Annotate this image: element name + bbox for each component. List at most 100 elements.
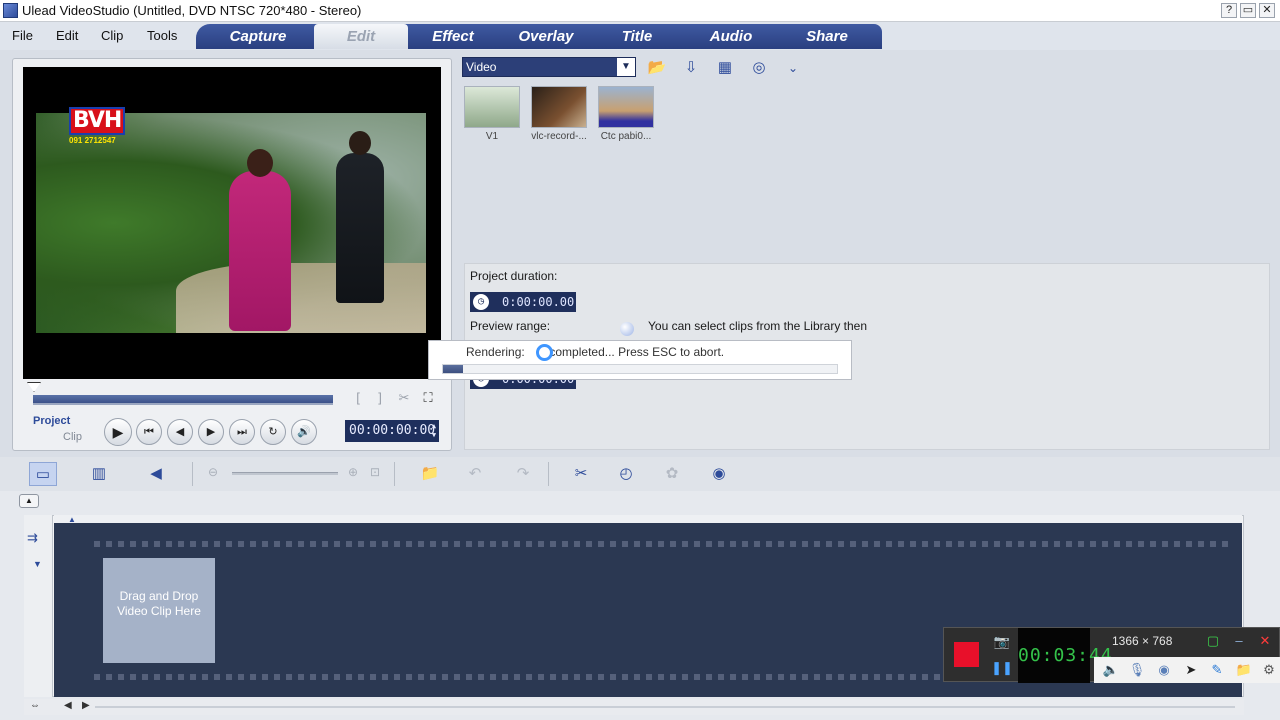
record-stop-button[interactable] [954,642,979,667]
surround-mixer-icon[interactable]: ◉ [705,462,733,486]
library-category-select[interactable]: Video ▼ [462,57,636,77]
app-icon [3,3,18,18]
zoom-slider[interactable] [232,472,338,475]
timecode-display[interactable]: 00:00:00:00 ▲ ▼ [345,420,439,442]
tab-overlay[interactable]: Overlay [498,24,594,49]
mark-out-button[interactable]: ] [371,389,389,407]
smart-proxy-icon[interactable]: ✂ [567,462,595,486]
options-icon[interactable]: ◎ [747,57,771,79]
folder-open-icon[interactable]: 📂 [645,57,669,79]
project-duration-value: 0:00:00.00 [502,295,575,309]
library-clip[interactable]: Ctc pabi0... [597,86,655,146]
library-clip[interactable]: V1 [463,86,521,146]
repeat-icon[interactable]: ↻ [260,419,286,445]
split-clip-icon[interactable]: ✂ [395,389,413,407]
menu-bar: File Edit Clip Tools Capture Edit Effect… [0,22,1280,50]
insert-media-icon[interactable]: 📁 [416,462,444,486]
tab-title[interactable]: Title [596,24,678,49]
tab-effect[interactable]: Effect [410,24,496,49]
rendering-progress-fill [443,365,463,373]
clip-caption: Ctc pabi0... [600,131,652,142]
enlarge-preview-icon[interactable]: ⛶ [419,389,437,407]
project-duration-field[interactable]: ◷ 0:00:00.00 [470,292,576,312]
timecode-spinner-icon[interactable]: ▲ ▼ [430,422,438,440]
next-frame-icon[interactable]: ▶ [198,419,224,445]
home-icon[interactable]: ⏮ [136,419,162,445]
fit-timeline-icon[interactable]: ⊡ [370,465,380,479]
microphone-icon[interactable]: 🎙 [1126,660,1148,680]
batch-convert-icon[interactable]: ✿ [658,462,686,486]
channel-logo-text: BVH [69,107,126,135]
scroll-right-icon[interactable]: ▶ [82,700,90,711]
undo-icon[interactable]: ↶ [461,462,489,486]
tab-capture[interactable]: Capture [210,24,306,49]
clip-thumbnail [464,86,520,128]
rendering-status: Rendering: completed... Press ESC to abo… [466,345,725,359]
volume-icon[interactable]: 🔊 [291,419,317,445]
trim-marker-icon[interactable] [27,382,41,392]
gear-icon[interactable]: ⚙ [1258,660,1280,680]
mode-project[interactable]: Project [33,415,70,427]
library-clip[interactable]: vlc-record-... [530,86,588,146]
mode-clip[interactable]: Clip [63,431,82,443]
tab-share[interactable]: Share [784,24,870,49]
redo-icon[interactable]: ↷ [509,462,537,486]
expand-down-icon[interactable]: ⌄ [781,57,805,79]
menu-tools[interactable]: Tools [147,28,177,43]
folder-icon[interactable]: 📁 [1233,660,1255,680]
hint-bulb-icon [620,322,634,336]
pause-icon[interactable]: ❚❚ [991,658,1013,678]
drop-zone[interactable]: Drag and Drop Video Clip Here [103,558,215,663]
preview-screen: BVH 091 2712547 [23,67,441,379]
tab-audio[interactable]: Audio [680,24,782,49]
close-icon[interactable]: ✕ [1254,631,1276,651]
clip-thumbnail [531,86,587,128]
collapse-up-icon[interactable]: ▲ [19,494,39,508]
webcam-icon[interactable]: ◉ [1153,660,1175,680]
toolbar-divider [548,462,549,486]
title-bar: Ulead VideoStudio (Untitled, DVD NTSC 72… [0,0,1280,22]
timeline-scrollbar[interactable] [95,706,1235,708]
hint-text: You can select clips from the Library th… [648,319,868,335]
storyboard-view-icon[interactable]: ▭ [29,462,57,486]
camera-icon[interactable]: 📷 [991,632,1013,652]
menu-file[interactable]: File [12,28,33,43]
end-icon[interactable]: ⏭ [229,419,255,445]
track-options-icon[interactable]: ⇔ [30,700,40,711]
cursor-icon[interactable]: ➤ [1180,660,1202,680]
region-icon[interactable]: ▢ [1202,631,1224,651]
toolbar-divider [192,462,193,486]
scrub-bar[interactable] [33,395,333,405]
recorder-tools: 🔈 🎙 ◉ ➤ ✎ 📁 ⚙ [1094,657,1280,683]
time-stretch-icon[interactable]: ◴ [612,462,640,486]
zoom-out-icon[interactable]: ⊖ [208,465,218,479]
menu-clip[interactable]: Clip [101,28,123,43]
chevron-down-icon[interactable]: ▼ [617,58,635,76]
library-manager-icon[interactable]: ▦ [713,57,737,79]
previous-frame-icon[interactable]: ◀ [167,419,193,445]
chevron-down-icon[interactable]: ▼ [33,559,42,569]
menu-edit[interactable]: Edit [56,28,78,43]
track-manager-icon[interactable]: ⇉ [27,530,38,546]
mark-in-button[interactable]: [ [349,389,367,407]
speaker-icon[interactable]: 🔈 [1100,660,1122,680]
clip-caption: vlc-record-... [531,131,587,142]
recording-resolution: 1366 × 768 [1112,634,1173,648]
mouse-cursor-icon [536,344,553,361]
zoom-in-icon[interactable]: ⊕ [348,465,358,479]
import-icon[interactable]: ⇩ [679,57,703,79]
preview-range-label: Preview range: [470,319,551,333]
timeline-view-icon[interactable]: ▥ [85,462,113,486]
audio-view-icon[interactable]: ◀ [142,462,170,486]
video-frame-figure [336,131,384,303]
pen-icon[interactable]: ✎ [1206,660,1228,680]
scroll-left-icon[interactable]: ◀ [64,700,72,711]
play-button[interactable]: ▶ [104,418,132,446]
recording-timer: 00:03:44 [1018,628,1112,683]
help-button[interactable]: ? [1221,3,1237,18]
minimize-icon[interactable]: – [1228,631,1250,651]
minimize-button[interactable]: ▭ [1240,3,1256,18]
close-button[interactable]: ✕ [1259,3,1275,18]
tab-edit[interactable]: Edit [314,24,408,49]
channel-logo: BVH 091 2712547 [69,107,126,145]
